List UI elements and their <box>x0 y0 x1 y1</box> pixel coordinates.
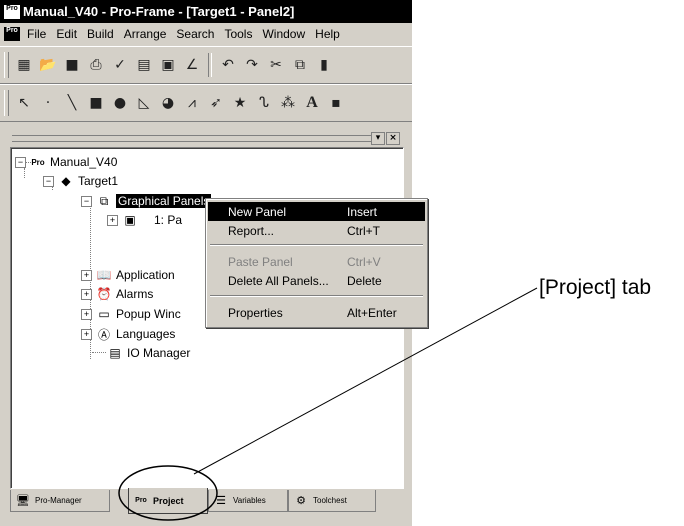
callout-label: [Project] tab <box>539 276 652 299</box>
annotation-overlay <box>118 287 538 521</box>
callout-ellipse <box>118 465 218 521</box>
callout-leader-line <box>193 287 538 475</box>
